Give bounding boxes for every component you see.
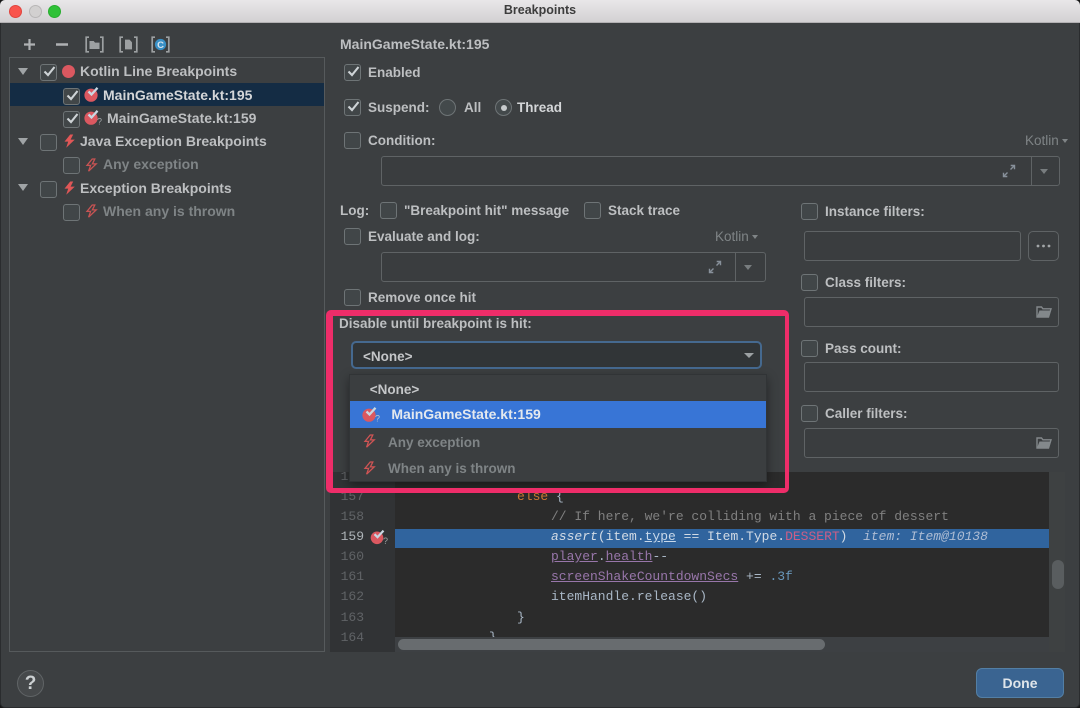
svg-text:?: ?	[97, 117, 102, 127]
svg-text:?: ?	[383, 536, 388, 546]
svg-text:C: C	[157, 40, 164, 51]
